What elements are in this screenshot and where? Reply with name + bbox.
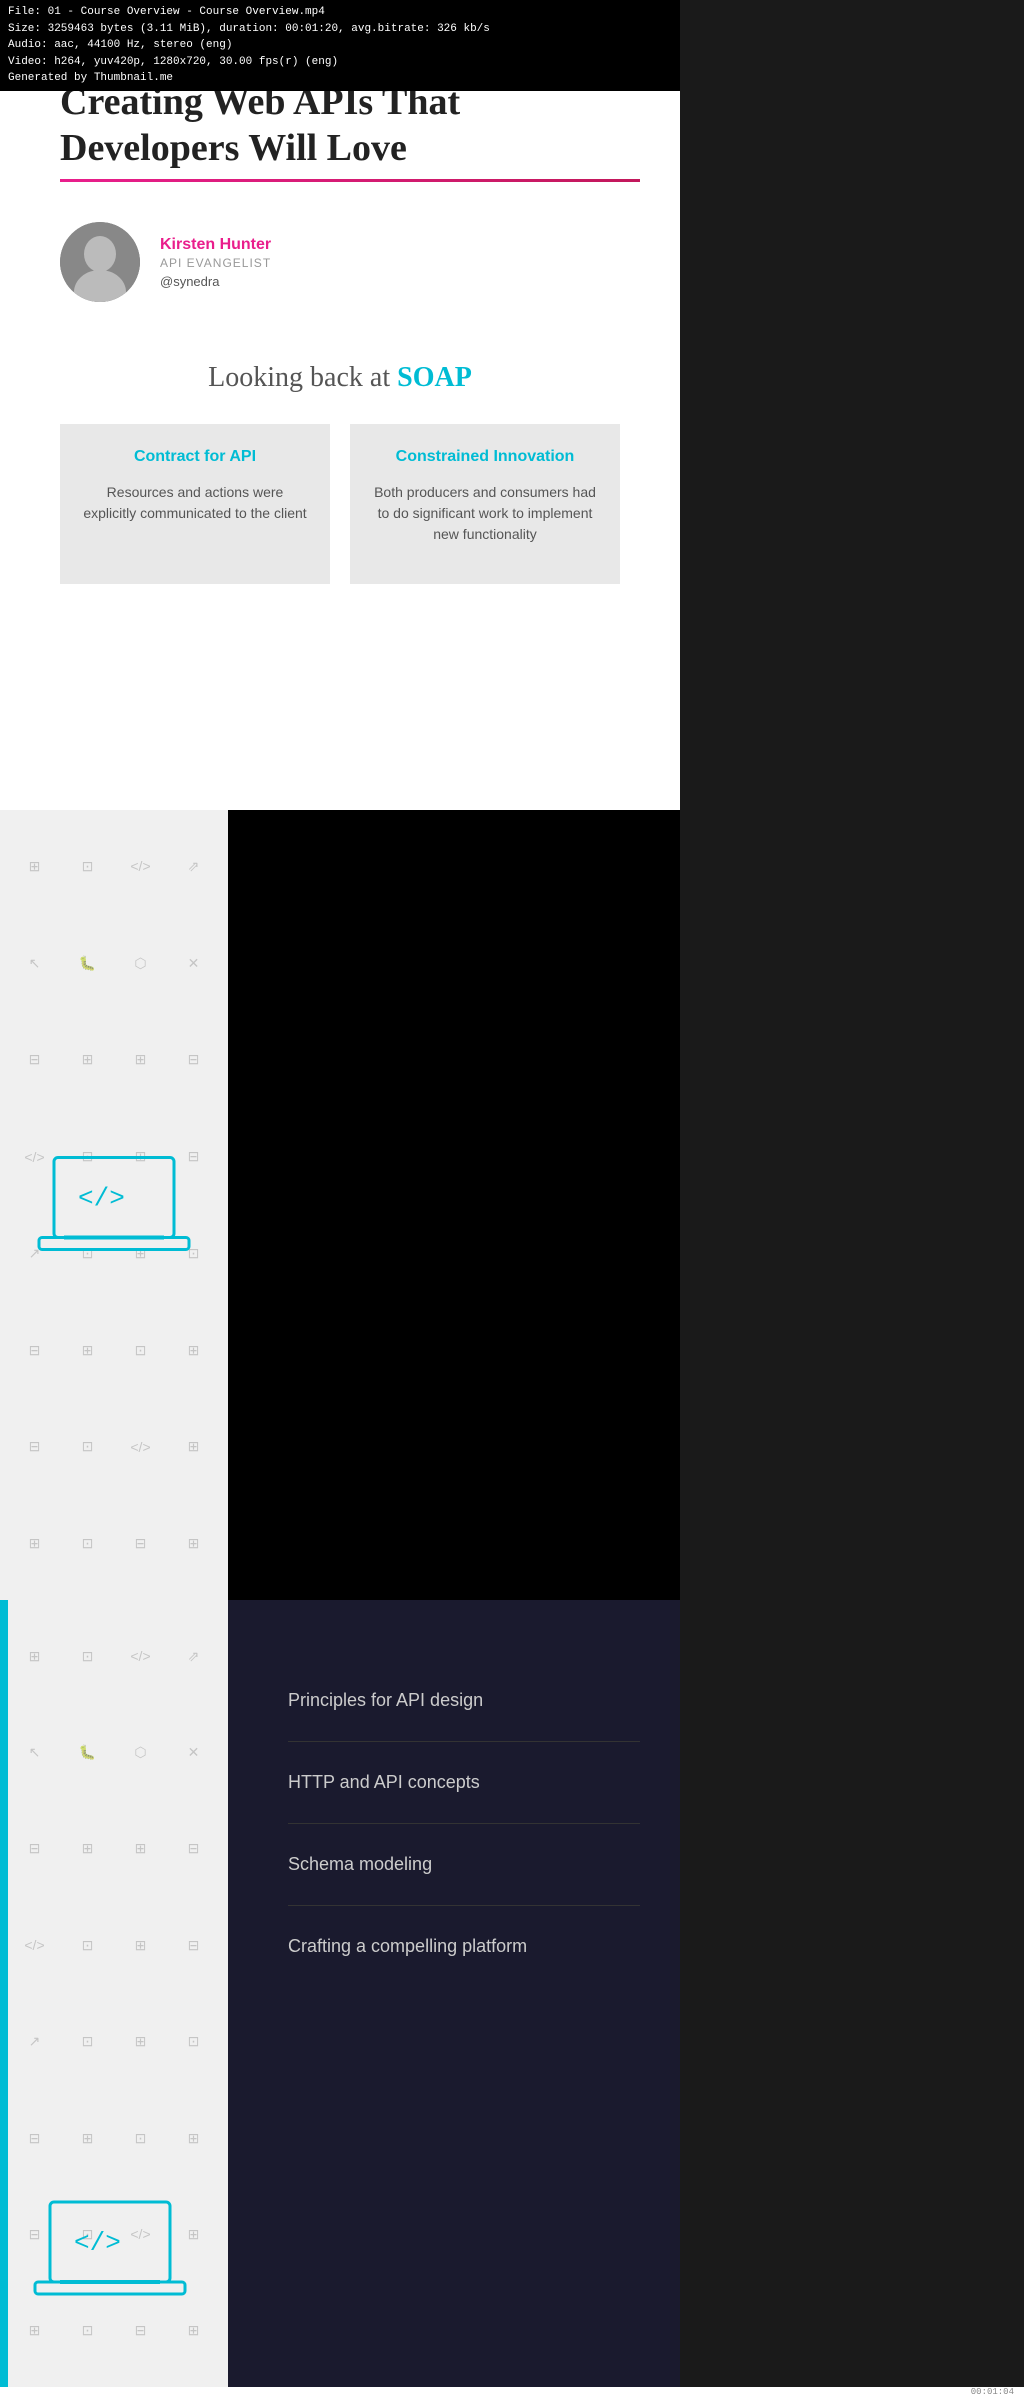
slide3-laptop-icon: </> [30, 2192, 190, 2307]
presenter-role: API EVANGELIST [160, 256, 271, 270]
laptop-icon-center: </> [34, 1148, 194, 1263]
course-item-3: Schema modeling [288, 1824, 640, 1906]
file-info-line3: Audio: aac, 44100 Hz, stereo (eng) [8, 37, 672, 54]
slide1-divider [60, 179, 640, 182]
card-contract-title: Contract for API [134, 448, 256, 466]
course-item-2: HTTP and API concepts [288, 1742, 640, 1824]
timestamp-label-5: 00:01:04 [971, 2387, 1014, 2397]
soap-highlight: SOAP [397, 362, 472, 393]
course-item-1: Principles for API design [288, 1660, 640, 1742]
slide1-title: Creating Web APIs That Developers Will L… [60, 80, 620, 171]
presenter-info: Kirsten Hunter API EVANGELIST @synedra [160, 236, 271, 289]
looking-back-section: Looking back at SOAP [60, 362, 620, 394]
slide2: ⊞ ⊡ </> ⇗ ↖ 🐛 ⬡ ✕ ⊟ ⊞ ⊞ ⊟ </> ⊡ ⊞ ⊟ ↗ ⊡ … [0, 810, 680, 1600]
card-innovation-title: Constrained Innovation [396, 448, 575, 466]
presenter-handle: @synedra [160, 274, 271, 289]
file-info-line5: Generated by Thumbnail.me [8, 70, 672, 87]
looking-back-prefix: Looking back at [208, 362, 397, 393]
course-item-4: Crafting a compelling platform [288, 1906, 640, 1987]
presenter-name: Kirsten Hunter [160, 236, 271, 254]
svg-text:</>: </> [74, 2228, 121, 2258]
svg-text:</>: </> [78, 1184, 125, 1214]
card-innovation: Constrained Innovation Both producers an… [350, 424, 620, 584]
card-innovation-body: Both producers and consumers had to do s… [370, 482, 600, 545]
slide1: Creating Web APIs That Developers Will L… [0, 0, 680, 810]
cards-container: Contract for API Resources and actions w… [60, 424, 620, 584]
file-info-line2: Size: 3259463 bytes (3.11 MiB), duration… [8, 21, 672, 38]
slide3-accent-bar [0, 1600, 8, 2387]
avatar-image [60, 222, 140, 302]
avatar [60, 222, 140, 302]
slide3-right-panel: Principles for API design HTTP and API c… [228, 1600, 680, 2387]
card-contract: Contract for API Resources and actions w… [60, 424, 330, 584]
presenter-section: Kirsten Hunter API EVANGELIST @synedra [60, 222, 620, 302]
card-contract-body: Resources and actions were explicitly co… [80, 482, 310, 524]
file-info-bar: File: 01 - Course Overview - Course Over… [0, 0, 680, 91]
right-sidebar [680, 0, 1024, 2387]
file-info-line1: File: 01 - Course Overview - Course Over… [8, 4, 672, 21]
slide2-left-panel: ⊞ ⊡ </> ⇗ ↖ 🐛 ⬡ ✕ ⊟ ⊞ ⊞ ⊟ </> ⊡ ⊞ ⊟ ↗ ⊡ … [0, 810, 228, 1600]
slide3-left-panel: ⊞ ⊡ </> ⇗ ↖ 🐛 ⬡ ✕ ⊟ ⊞ ⊞ ⊟ </> ⊡ ⊞ ⊟ ↗ ⊡ … [0, 1600, 228, 2387]
file-info-line4: Video: h264, yuv420p, 1280x720, 30.00 fp… [8, 54, 672, 71]
slide2-right-panel [228, 810, 680, 1600]
slide3: ⊞ ⊡ </> ⇗ ↖ 🐛 ⬡ ✕ ⊟ ⊞ ⊞ ⊟ </> ⊡ ⊞ ⊟ ↗ ⊡ … [0, 1600, 680, 2387]
